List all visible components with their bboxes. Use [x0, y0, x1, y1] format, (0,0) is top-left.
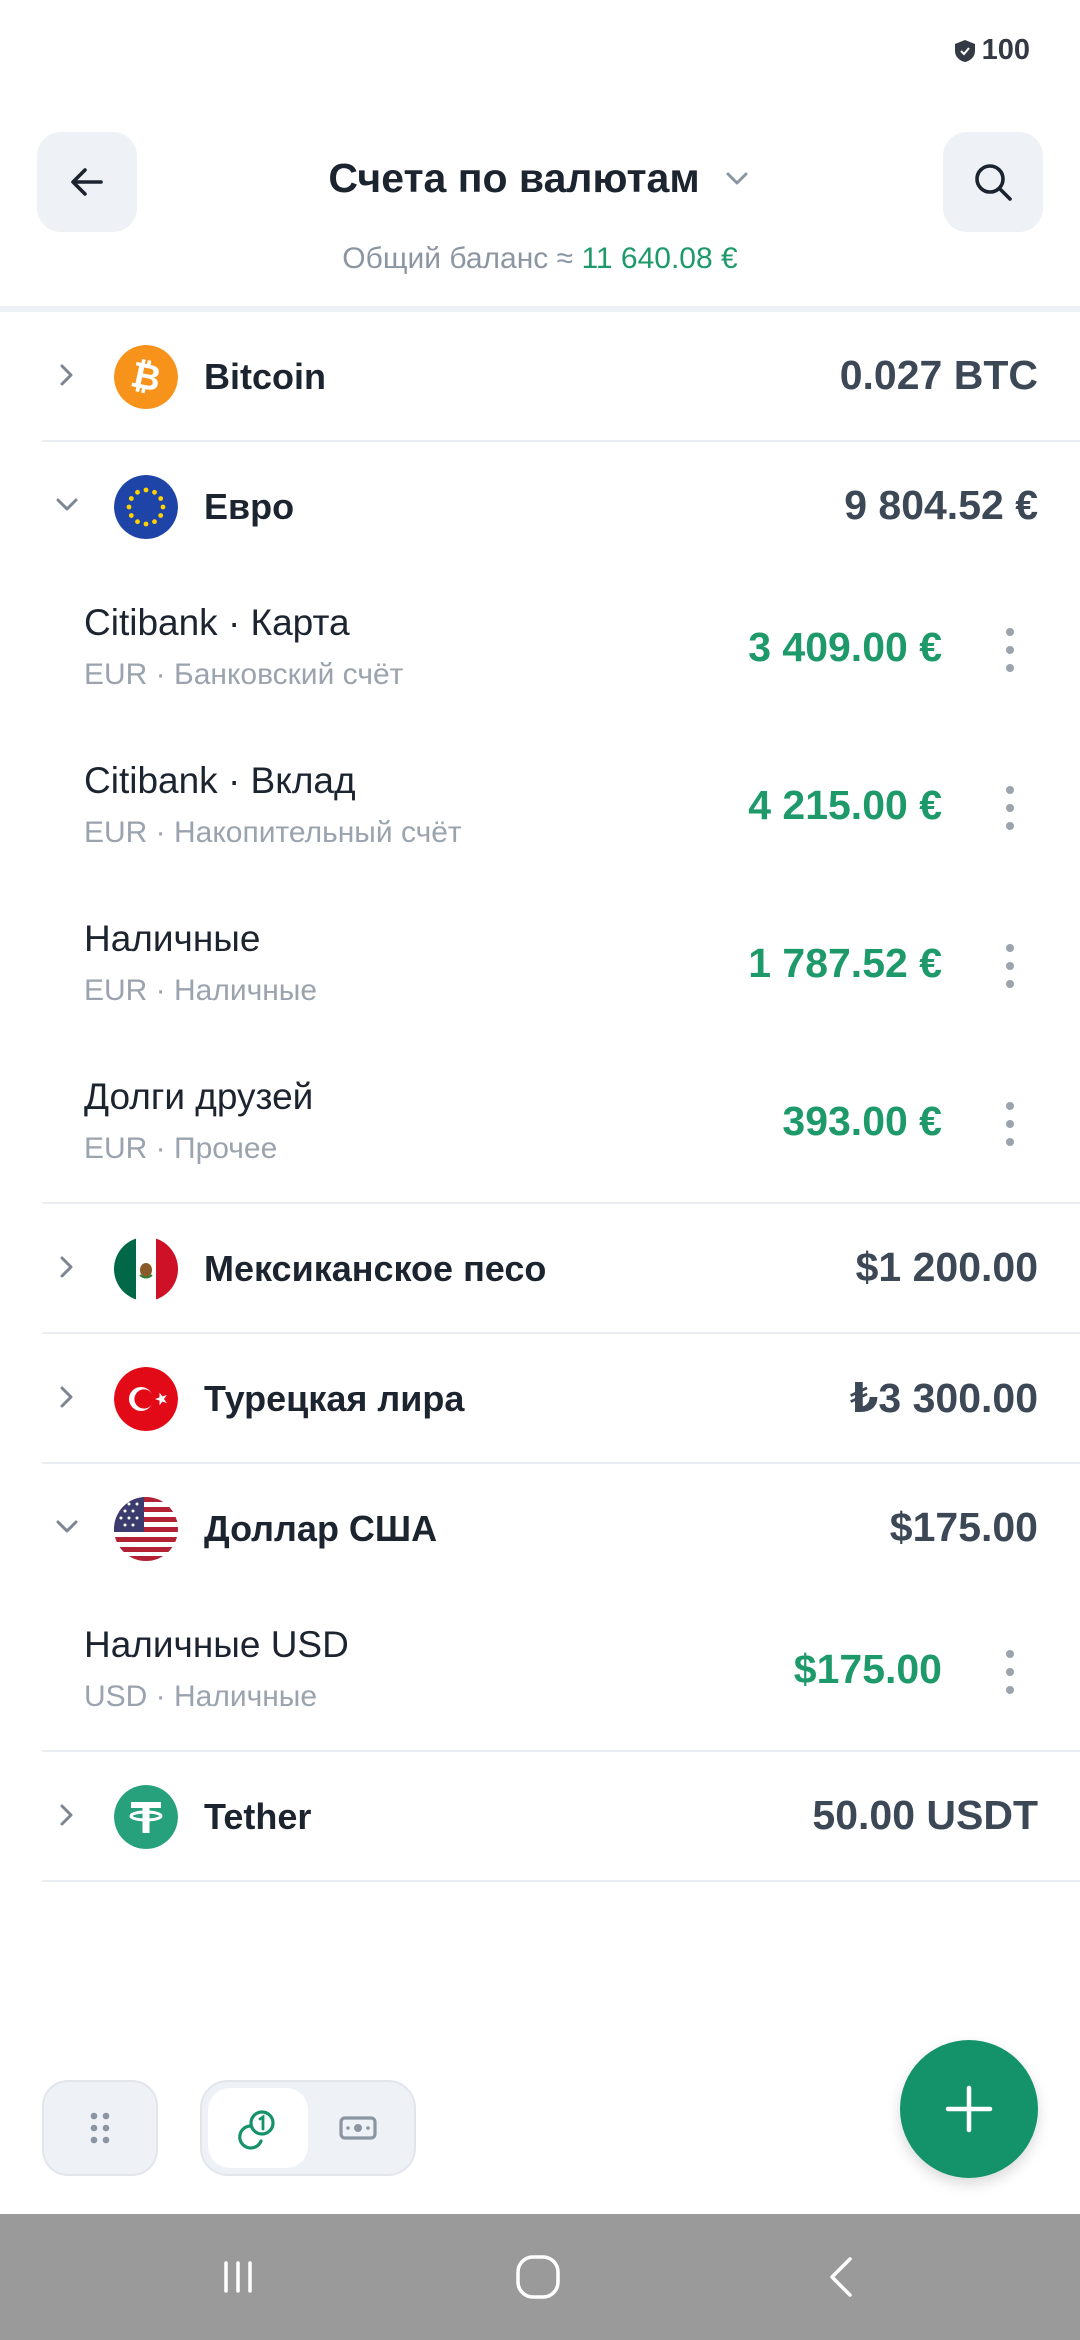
more-options-icon[interactable]: [1000, 1642, 1020, 1702]
chevron-down-icon: [726, 172, 748, 184]
chevron-right-icon[interactable]: [50, 358, 84, 392]
account-name: Долги друзей: [84, 1076, 314, 1117]
system-back-button[interactable]: [812, 2247, 872, 2307]
menu-button[interactable]: [42, 2080, 158, 2176]
total-balance: Общий баланс ≈ 11 640.08 €: [0, 242, 1080, 276]
account-balance: 3 409.00 €: [748, 624, 942, 670]
currency-group-bitcoin[interactable]: ₿ Bitcoin 0.027 BTC: [42, 312, 1080, 442]
currency-group-euro[interactable]: Евро 9 804.52 €: [42, 442, 1080, 572]
turkey-flag-icon: [114, 1367, 178, 1431]
drag-dots-icon: [90, 2112, 110, 2144]
more-options-icon[interactable]: [1000, 936, 1020, 996]
account-name: Наличные USD: [84, 1624, 349, 1665]
account-row[interactable]: Долги друзей EUR · Прочее 393.00 €: [42, 1046, 1080, 1204]
account-balance: 4 215.00 €: [748, 782, 942, 828]
group-name: Евро: [204, 486, 295, 527]
recents-button[interactable]: [208, 2247, 268, 2307]
group-name: Доллар США: [204, 1508, 438, 1549]
group-name: Турецкая лира: [204, 1378, 465, 1419]
account-subtitle: EUR · Прочее: [84, 1132, 278, 1165]
home-button[interactable]: [508, 2247, 568, 2307]
account-balance: 1 787.52 €: [748, 940, 942, 986]
app-header: Счета по валютам Общий баланс ≈ 11 640.0…: [0, 130, 1080, 310]
group-name: Bitcoin: [204, 356, 326, 397]
group-total: $175.00: [889, 1504, 1038, 1550]
back-chevron-icon: [830, 2257, 852, 2297]
account-subtitle: EUR · Банковский счёт: [84, 658, 404, 691]
group-name: Tether: [204, 1796, 312, 1837]
chevron-right-icon[interactable]: [50, 1380, 84, 1414]
currency-group-try[interactable]: Турецкая лира ₺3 300.00: [42, 1334, 1080, 1464]
usa-flag-icon: [114, 1497, 178, 1561]
add-account-button[interactable]: [900, 2040, 1038, 2178]
battery-level: 100: [981, 34, 1030, 66]
page-title: Счета по валютам: [328, 155, 700, 201]
account-balance: $175.00: [793, 1646, 942, 1692]
coins-icon: [238, 2110, 275, 2150]
eu-flag-icon: [114, 475, 178, 539]
home-icon: [516, 2255, 560, 2299]
group-total: 9 804.52 €: [844, 482, 1038, 528]
group-total: 0.027 BTC: [839, 352, 1038, 398]
account-row[interactable]: Citibank · Карта EUR · Банковский счёт 3…: [42, 572, 1080, 730]
account-name: Citibank · Карта: [84, 602, 350, 643]
more-options-icon[interactable]: [1000, 778, 1020, 838]
view-toggle: [200, 2080, 416, 2176]
recents-icon: [224, 2261, 252, 2293]
battery-indicator: 100: [954, 34, 1030, 67]
group-total: 50.00 USDT: [812, 1792, 1038, 1838]
total-balance-amount: 11 640.08 €: [581, 242, 738, 275]
total-balance-label: Общий баланс ≈: [342, 242, 574, 275]
battery-shield-icon: [954, 39, 975, 62]
account-balance: 393.00 €: [782, 1098, 942, 1144]
account-row[interactable]: Citibank · Вклад EUR · Накопительный счё…: [42, 730, 1080, 888]
system-nav-bar: [0, 2214, 1080, 2340]
status-bar: 100: [0, 0, 1080, 100]
accounts-view-tab[interactable]: [308, 2088, 408, 2168]
group-name: Мексиканское песо: [204, 1248, 547, 1289]
currency-group-tether[interactable]: Tether 50.00 USDT: [42, 1752, 1080, 1882]
currencies-view-tab[interactable]: [208, 2088, 308, 2168]
account-subtitle: EUR · Накопительный счёт: [84, 816, 462, 849]
group-total: ₺3 300.00: [849, 1375, 1038, 1421]
more-options-icon[interactable]: [1000, 1094, 1020, 1154]
chevron-down-icon[interactable]: [50, 488, 84, 522]
account-name: Citibank · Вклад: [84, 760, 356, 801]
mexico-flag-icon: [114, 1237, 178, 1301]
account-row[interactable]: Наличные EUR · Наличные 1 787.52 €: [42, 888, 1080, 1046]
bitcoin-icon: ₿: [114, 345, 178, 409]
currency-group-usd[interactable]: Доллар США $175.00: [42, 1464, 1080, 1594]
chevron-right-icon[interactable]: [50, 1798, 84, 1832]
search-icon: [975, 164, 1012, 201]
bottom-toolbar: [0, 2040, 1080, 2220]
chevron-down-icon[interactable]: [50, 1510, 84, 1544]
plus-icon: [945, 2085, 993, 2133]
cash-icon: [339, 2116, 377, 2140]
account-subtitle: USD · Наличные: [84, 1680, 318, 1713]
chevron-right-icon[interactable]: [50, 1250, 84, 1284]
tether-icon: [114, 1785, 178, 1849]
group-total: $1 200.00: [855, 1244, 1038, 1290]
account-row[interactable]: Наличные USD USD · Наличные $175.00: [42, 1594, 1080, 1752]
search-button[interactable]: [943, 132, 1043, 232]
currency-group-mxn[interactable]: Мексиканское песо $1 200.00: [42, 1204, 1080, 1334]
account-name: Наличные: [84, 918, 261, 959]
more-options-icon[interactable]: [1000, 620, 1020, 680]
account-subtitle: EUR · Наличные: [84, 974, 318, 1007]
currency-list: ₿ Bitcoin 0.027 BTC Евро 9 804.52 € Citi…: [0, 312, 1080, 1882]
view-switcher[interactable]: Счета по валютам: [0, 155, 1080, 202]
